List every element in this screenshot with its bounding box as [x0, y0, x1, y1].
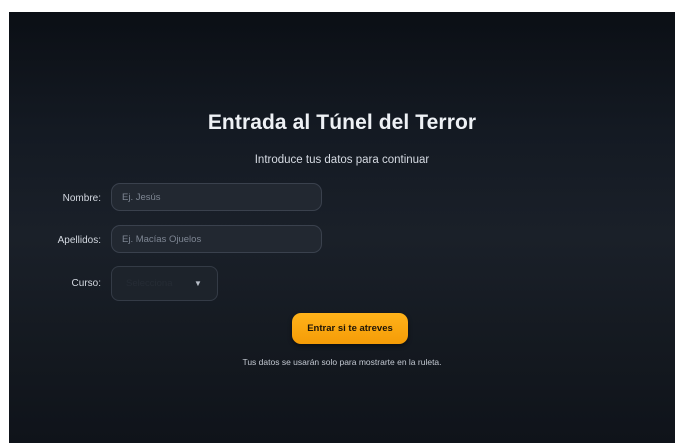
chevron-down-icon: ▼ [194, 279, 202, 288]
page-subtitle: Introduce tus datos para continuar [254, 154, 430, 166]
apellidos-input[interactable] [111, 225, 322, 253]
page-title: Entrada al Túnel del Terror [207, 111, 477, 134]
nombre-label: Nombre: [62, 193, 101, 204]
enter-button[interactable]: Entrar si te atreves [292, 313, 408, 344]
curso-label: Curso: [71, 278, 101, 289]
nombre-input[interactable] [111, 183, 322, 211]
privacy-note: Tus datos se usarán solo para mostrarte … [242, 357, 442, 367]
curso-select-value: Selecciona [126, 278, 173, 289]
curso-select[interactable]: Selecciona ▼ [111, 266, 218, 301]
apellidos-label: Apellidos: [57, 235, 101, 246]
entry-screen: Entrada al Túnel del Terror Introduce tu… [9, 12, 675, 443]
